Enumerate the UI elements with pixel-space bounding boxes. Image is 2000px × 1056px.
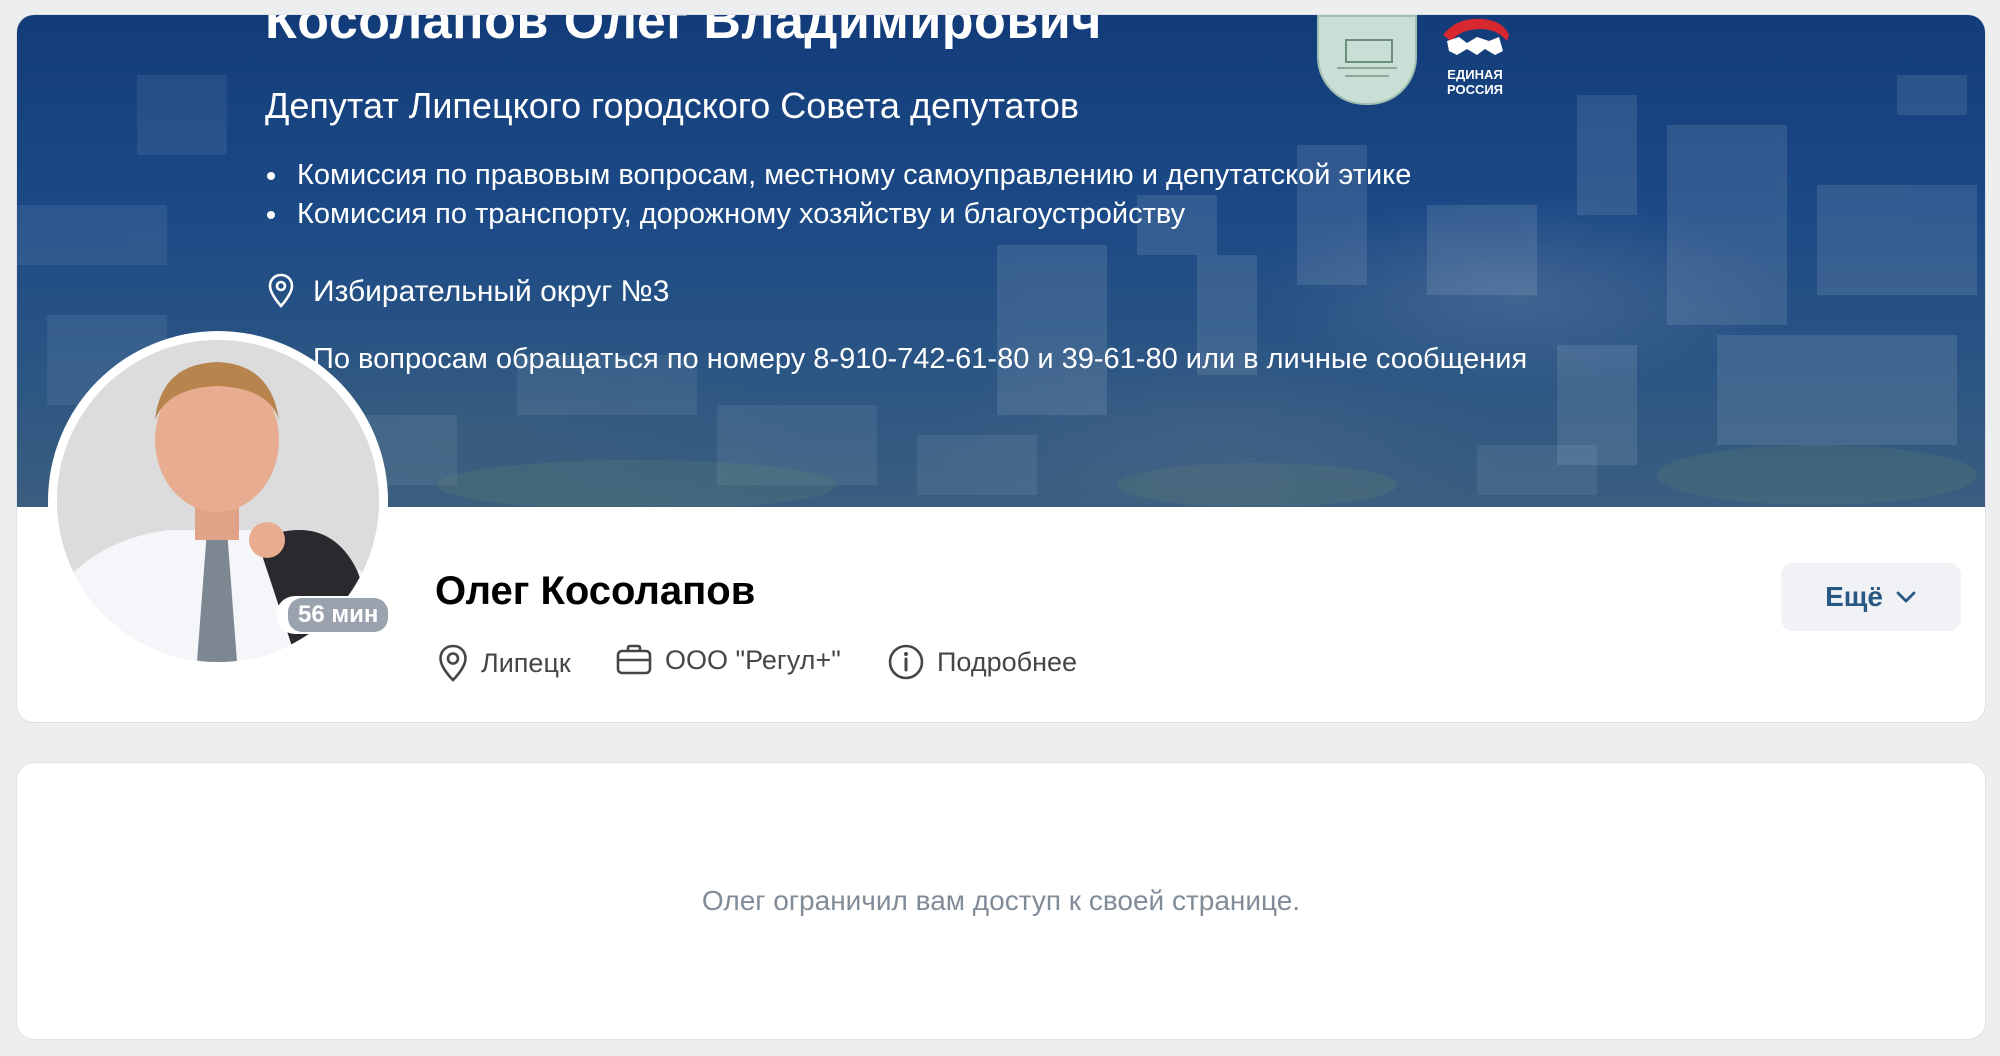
commission-item: Комиссия по транспорту, дорожному хозяйс… [267,198,1185,231]
online-status-badge: 56 мин [276,596,401,634]
info-icon [888,644,924,680]
location-pin-icon [268,273,294,308]
party-logo-line-1: ЕДИНАЯ [1447,67,1502,82]
profile-more-info-label: Подробнее [937,646,1078,677]
restricted-access-card: Олег ограничил вам доступ к своей страни… [16,762,1986,1040]
cover-subtitle: Депутат Липецкого городского Совета депу… [265,85,1080,126]
profile-city[interactable]: Липецк [437,643,571,683]
profile-name: Олег Косолапов [435,569,756,613]
cover-title: Косолапов Олег Владимирович [265,14,1102,50]
restricted-access-message: Олег ограничил вам доступ к своей страни… [701,885,1301,916]
party-logo: ЕДИНАЯ РОССИЯ [1437,15,1513,101]
commission-text: Комиссия по транспорту, дорожному хозяйс… [297,198,1186,230]
cover-district: Избирательный округ №3 [313,275,670,308]
online-status-text: 56 мин [288,598,389,632]
chevron-down-icon [1896,591,1916,603]
more-button-label: Ещё [1825,581,1883,612]
briefcase-icon [616,644,652,675]
profile-more-info-link[interactable]: Подробнее [887,643,1077,681]
commission-text: Комиссия по правовым вопросам, местному … [297,159,1412,191]
profile-work[interactable]: ООО "Регул+" [615,643,841,677]
more-button[interactable]: Ещё [1781,563,1961,631]
cover-contact: По вопросам обращаться по номеру 8-910-7… [313,343,1528,375]
profile-work-label: ООО "Регул+" [665,644,841,675]
commission-item: Комиссия по правовым вопросам, местному … [267,159,1411,192]
city-council-emblem [1317,15,1417,105]
party-logo-line-2: РОССИЯ [1447,82,1503,97]
location-pin-icon [439,644,467,682]
profile-city-label: Липецк [481,647,571,678]
